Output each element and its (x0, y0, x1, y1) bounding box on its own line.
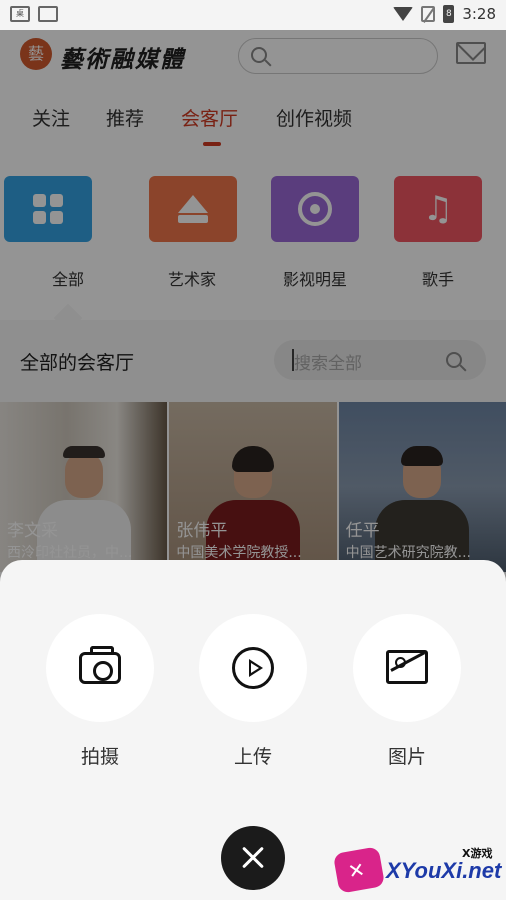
camera-icon (79, 646, 121, 684)
shoot-button[interactable] (46, 614, 154, 722)
wifi-icon (393, 7, 414, 21)
watermark-text: XYouXi.net (386, 858, 502, 883)
site-watermark: X游戏 XYouXi.net (332, 842, 502, 896)
no-sim-icon (421, 6, 436, 22)
status-bar: 桌 8 3:28 (0, 0, 506, 30)
picture-button[interactable] (353, 614, 461, 722)
notification-icon: 桌 (10, 6, 30, 22)
upload-button[interactable] (199, 614, 307, 722)
status-time: 3:28 (462, 5, 496, 23)
battery-icon: 8 (443, 5, 455, 23)
image-icon (38, 6, 58, 22)
play-circle-icon (232, 647, 274, 689)
upload-label: 上传 (233, 746, 272, 768)
picture-label: 图片 (387, 746, 426, 768)
close-button[interactable] (221, 826, 285, 890)
watermark-logo-icon (332, 846, 386, 894)
image-icon (386, 650, 428, 684)
shoot-label: 拍摄 (80, 746, 119, 768)
